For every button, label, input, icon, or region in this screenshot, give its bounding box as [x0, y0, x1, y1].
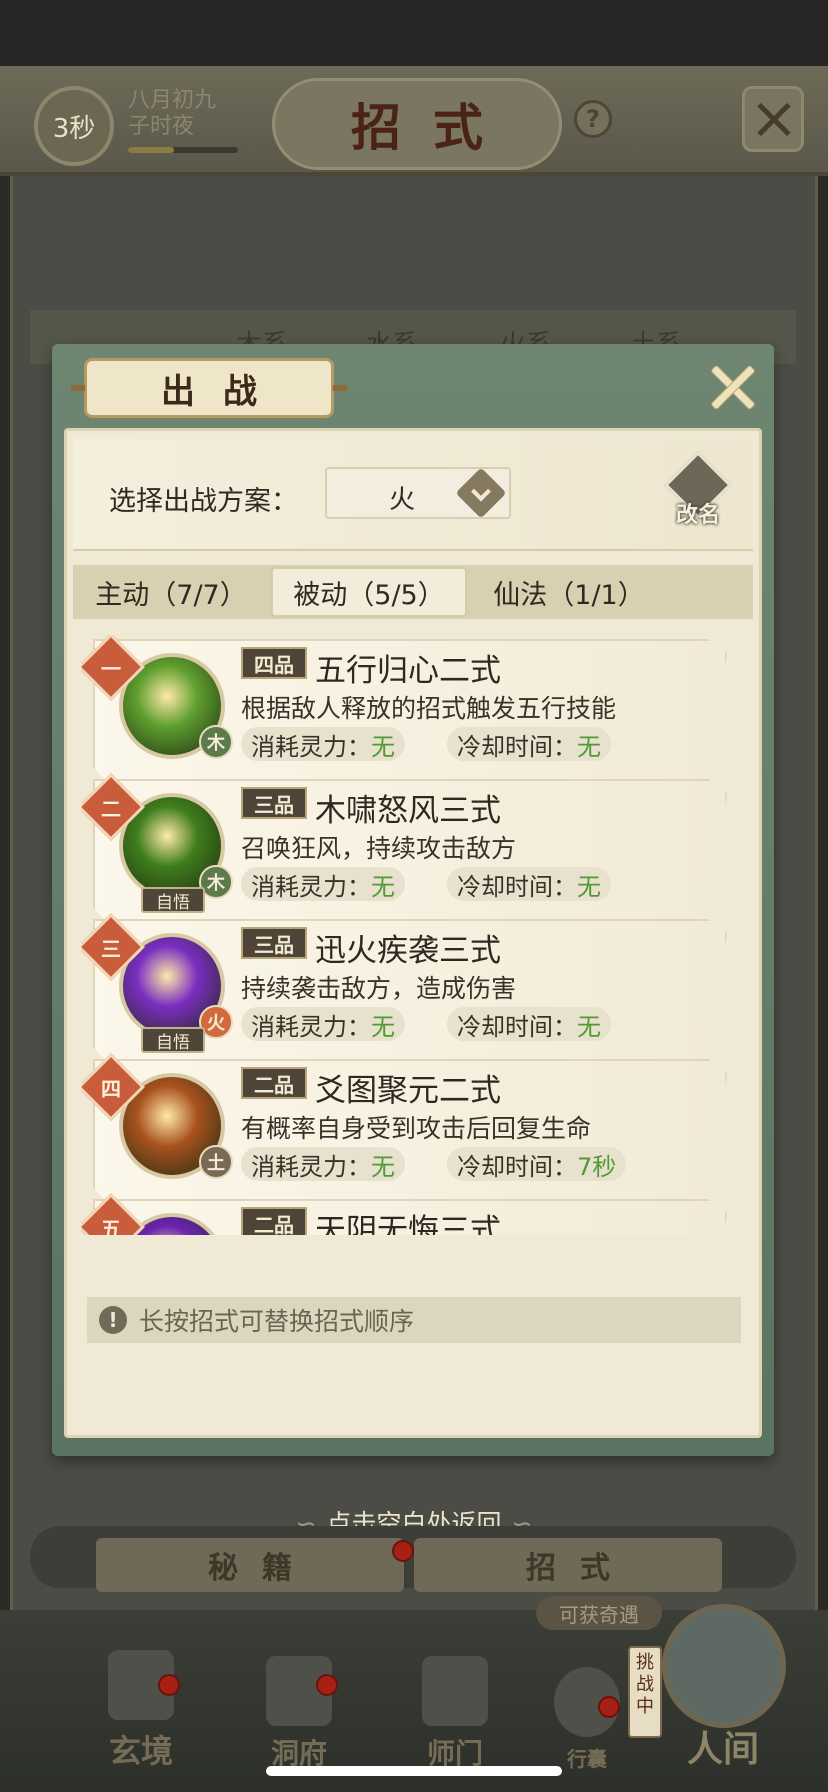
rename-button[interactable]: 改名 — [663, 451, 733, 533]
mana-cost-value: 无 — [371, 872, 395, 901]
chevron-down-icon — [455, 467, 507, 519]
cooldown-value: 7秒 — [577, 1152, 617, 1181]
skill-name: 五行归心二式 — [315, 653, 501, 689]
cooldown-value: 无 — [577, 732, 601, 761]
game-date: 八月初九 子时夜 — [128, 88, 216, 140]
mana-cost-label: 消耗灵力： — [251, 1152, 371, 1181]
skill-name: 天阴无悔三式 — [315, 1213, 501, 1235]
tip-bar: ! 长按招式可替换招式顺序 — [87, 1297, 741, 1343]
panel-content: 选择出战方案： 火 改名 主动（7/7） 被动（5/5） 仙法（1/1） 一木四… — [64, 428, 762, 1438]
cooldown-value: 无 — [577, 872, 601, 901]
cooldown: 冷却时间：无 — [447, 867, 611, 901]
plan-bar: 选择出战方案： 火 改名 — [73, 439, 753, 551]
date-line-1: 八月初九 — [128, 88, 217, 113]
status-strip — [0, 0, 828, 66]
dock-label: 人间 — [686, 1728, 759, 1770]
skill-description: 持续袭击敌方，造成伤害 — [241, 974, 517, 1003]
cooldown-label: 冷却时间： — [457, 1152, 577, 1181]
skill-name: 迅火疾袭三式 — [315, 933, 501, 969]
dock-label: 行囊 — [567, 1747, 607, 1771]
dock-xuanjing[interactable]: 玄境 — [86, 1650, 196, 1772]
mana-cost: 消耗灵力：无 — [241, 867, 405, 901]
self-learned-tag: 自悟 — [141, 887, 205, 913]
skill-order-number: 一 — [101, 656, 121, 681]
mana-cost-value: 无 — [371, 1152, 395, 1181]
panel-title-tag: 出战 — [71, 358, 347, 418]
tab-spell-skills[interactable]: 仙法（1/1） — [471, 565, 667, 619]
plan-dropdown[interactable]: 火 — [325, 467, 511, 519]
grade-badge: 三品 — [241, 927, 307, 959]
title-plate: 招式 — [272, 78, 562, 170]
dock-label: 玄境 — [108, 1732, 173, 1770]
mana-cost-value: 无 — [371, 1012, 395, 1041]
tab-skills[interactable]: 招式 — [414, 1538, 722, 1592]
cooldown-label: 冷却时间： — [457, 732, 577, 761]
skill-type-tabs: 主动（7/7） 被动（5/5） 仙法（1/1） — [73, 565, 753, 619]
mana-cost-label: 消耗灵力： — [251, 872, 371, 901]
mana-cost: 消耗灵力：无 — [241, 1007, 405, 1041]
mana-cost: 消耗灵力：无 — [241, 1147, 405, 1181]
notification-dot — [316, 1674, 338, 1696]
battle-panel: 出战 选择出战方案： 火 改名 主动（7/7） 被动（5/5） 仙法（1/1） … — [52, 344, 774, 1456]
grade-badge: 四品 — [241, 647, 307, 679]
time-progress-bar — [128, 147, 238, 153]
element-badge: 木 — [199, 725, 233, 759]
skill-name: 木啸怒风三式 — [315, 793, 501, 829]
notification-dot — [158, 1674, 180, 1696]
skill-description: 有概率自身受到攻击后回复生命 — [241, 1114, 592, 1143]
skill-list: 一木四品 五行归心二式 根据敌人释放的招式触发五行技能 消耗灵力：无冷却时间：无二木自… — [81, 635, 745, 1235]
skill-description: 根据敌人释放的招式触发五行技能 — [241, 694, 617, 723]
cooldown: 冷却时间：无 — [447, 727, 611, 761]
self-learned-tag: 自悟 — [141, 1027, 205, 1053]
panel-title: 出战 — [161, 371, 285, 412]
plan-label: 选择出战方案： — [109, 486, 298, 517]
home-indicator — [266, 1766, 562, 1776]
skill-order-number: 四 — [101, 1076, 121, 1101]
cooldown-label: 冷却时间： — [457, 1012, 577, 1041]
skill-order-number: 三 — [101, 936, 121, 961]
tab-passive-skills[interactable]: 被动（5/5） — [271, 567, 467, 617]
rename-label: 改名 — [675, 502, 720, 528]
banner-icon — [422, 1656, 488, 1726]
skill-order-number: 二 — [101, 796, 121, 821]
chance-badge[interactable]: 可获奇遇 — [536, 1596, 662, 1630]
cooldown: 冷却时间：无 — [447, 1007, 611, 1041]
cooldown-value: 无 — [577, 1012, 601, 1041]
grade-badge: 二品 — [241, 1067, 307, 1099]
tip-text: 长按招式可替换招式顺序 — [139, 1307, 415, 1336]
page-title: 招式 — [351, 98, 515, 157]
challenge-tag[interactable]: 挑战中 — [628, 1646, 662, 1738]
cooldown: 冷却时间： 7秒 — [447, 1147, 627, 1181]
mana-cost-label: 消耗灵力： — [251, 732, 371, 761]
element-badge: 土 — [199, 1145, 233, 1179]
skill-name: 爻图聚元二式 — [315, 1073, 501, 1109]
close-icon[interactable] — [742, 86, 804, 152]
mana-cost: 消耗灵力：无 — [241, 727, 405, 761]
cooldown-label: 冷却时间： — [457, 872, 577, 901]
dock-shimen[interactable]: 师门 — [400, 1656, 510, 1772]
notification-dot — [598, 1696, 620, 1718]
notification-dot — [392, 1540, 414, 1562]
grade-badge: 三品 — [241, 787, 307, 819]
timer-badge: 3秒 — [34, 86, 114, 166]
grade-badge: 二品 — [241, 1207, 307, 1235]
date-line-2: 子时夜 — [128, 114, 195, 139]
plan-value: 火 — [389, 485, 416, 515]
mana-cost-label: 消耗灵力： — [251, 1012, 371, 1041]
dock-xingnang[interactable]: 行囊 — [532, 1667, 642, 1772]
skill-description: 召唤狂风，持续攻击敌方 — [241, 834, 517, 863]
info-icon: ! — [99, 1306, 127, 1334]
tab-active-skills[interactable]: 主动（7/7） — [73, 565, 269, 619]
help-button[interactable]: ? — [574, 100, 612, 138]
tab-manuals[interactable]: 秘籍 — [96, 1538, 404, 1592]
skill-order-number: 五 — [101, 1216, 121, 1236]
world-map-icon[interactable] — [662, 1604, 786, 1728]
mana-cost-value: 无 — [371, 732, 395, 761]
dock-dongfu[interactable]: 洞府 — [244, 1656, 354, 1772]
close-icon[interactable] — [708, 364, 756, 412]
